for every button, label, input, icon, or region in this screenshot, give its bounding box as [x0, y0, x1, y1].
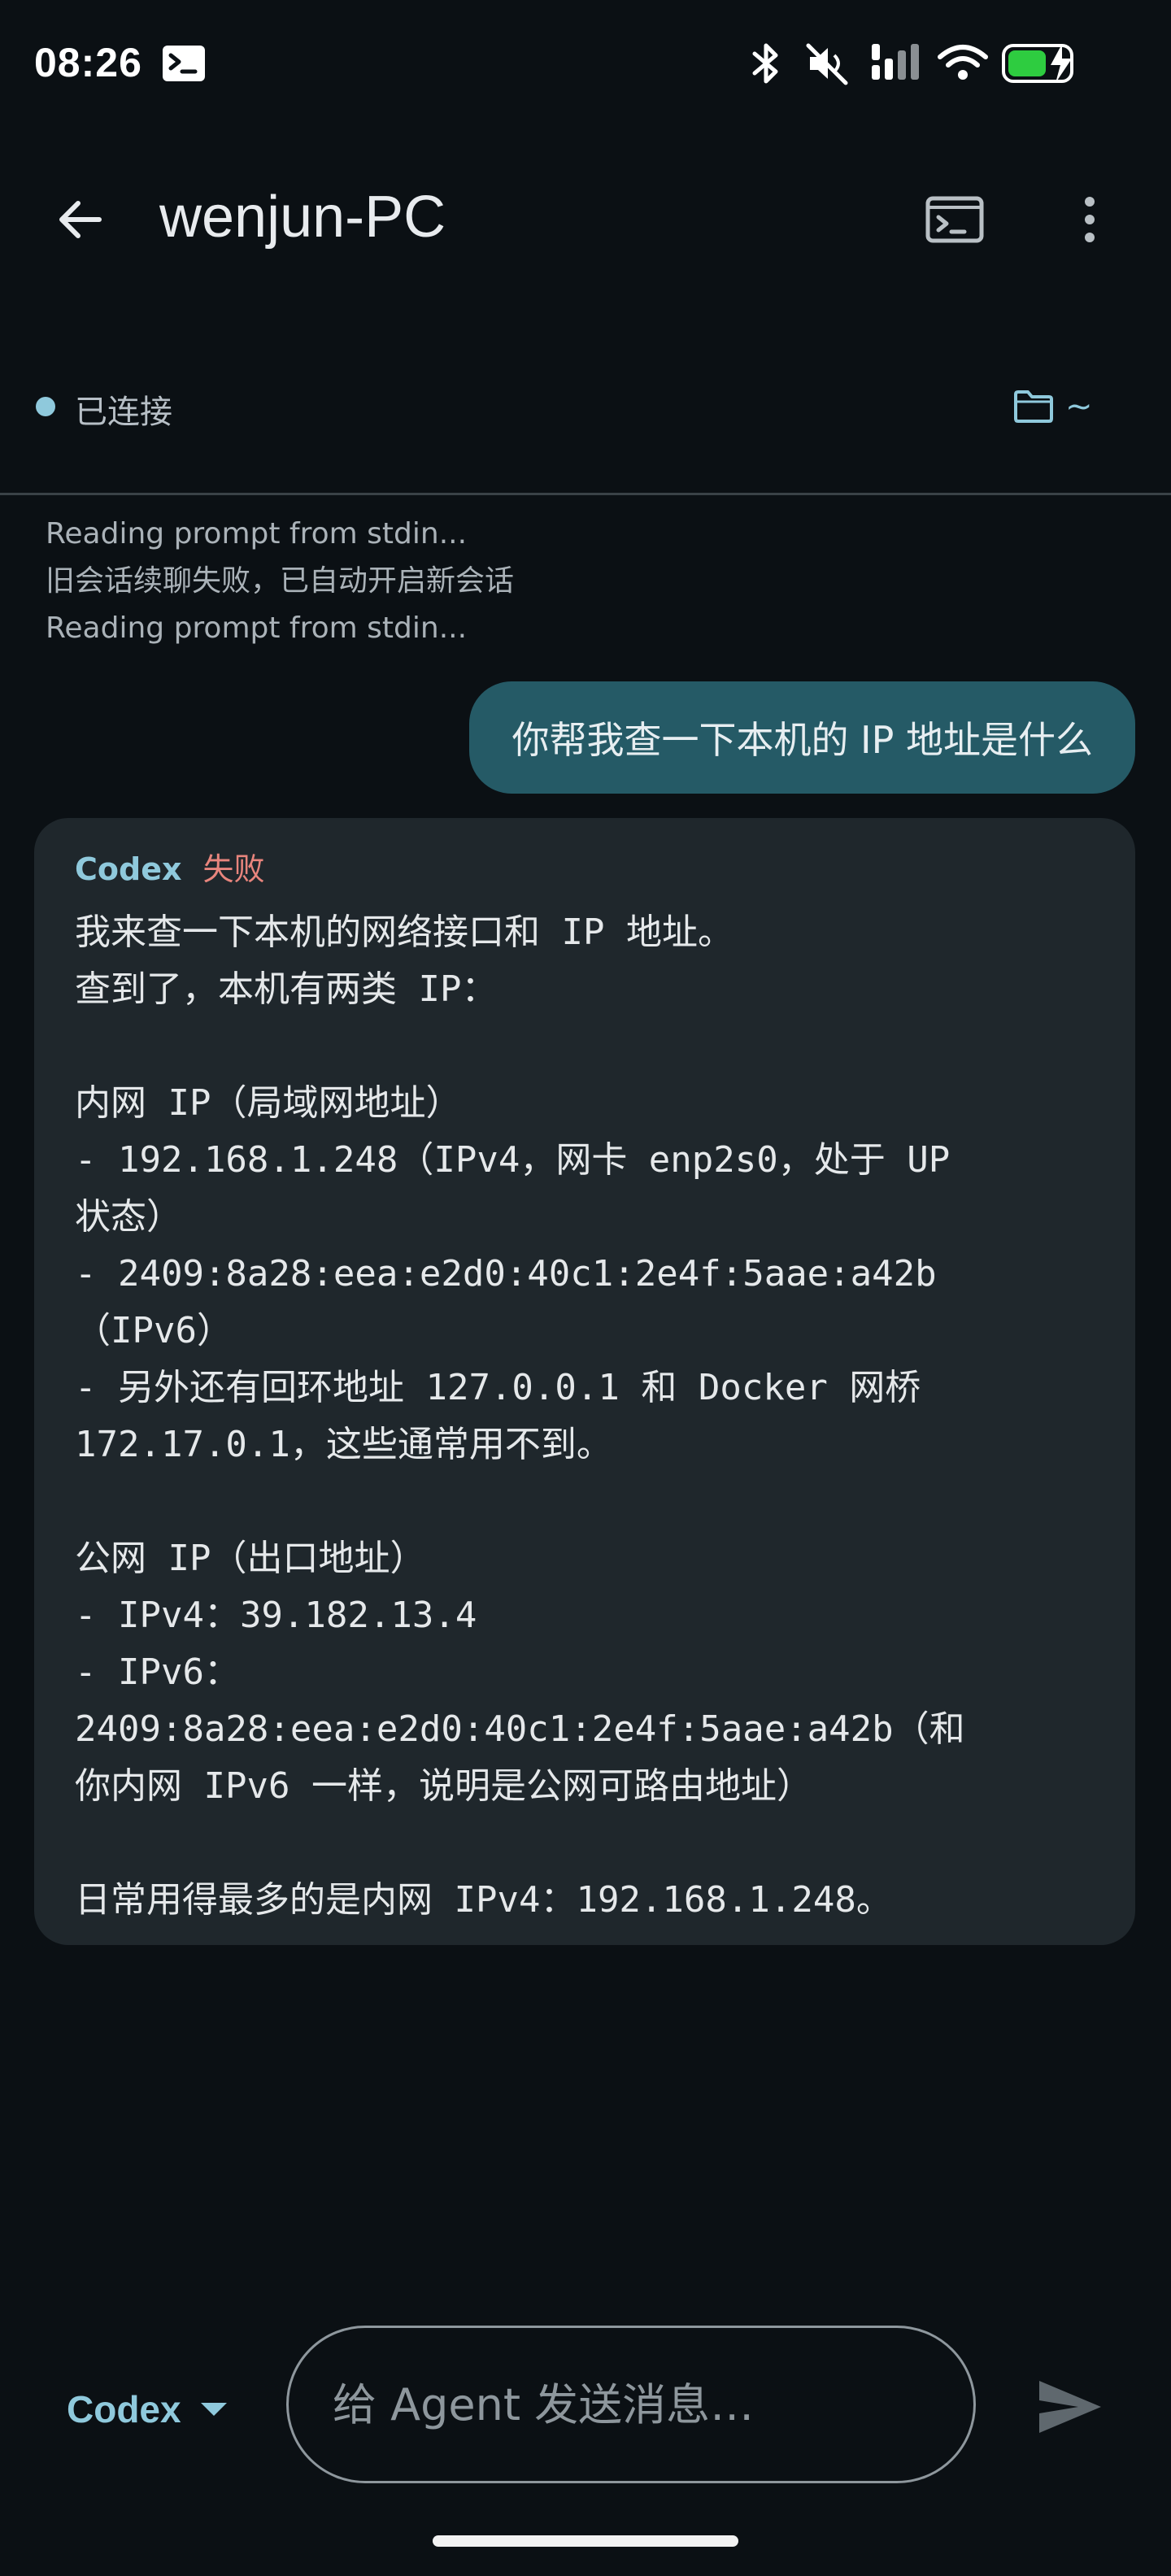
connection-status-dot	[36, 397, 55, 416]
agent-status-badge: 失败	[202, 851, 265, 887]
message-line: - 192.168.1.248（IPv4，网卡 enp2s0，处于 UP	[75, 1139, 951, 1181]
message-input[interactable]	[286, 2326, 976, 2483]
message-line: 查到了，本机有两类 IP：	[75, 968, 498, 1010]
terminal-icon	[925, 196, 984, 243]
message-line	[75, 1018, 1101, 1075]
composer: Codex	[0, 2317, 1171, 2488]
message-line	[75, 1473, 1101, 1530]
message-line: - IPv6：	[75, 1651, 240, 1693]
agent-message-header: Codex 失败	[75, 844, 1095, 893]
message-line: 公网 IP（出口地址）	[75, 1538, 426, 1579]
arrow-back-icon	[59, 201, 102, 238]
back-button[interactable]	[49, 187, 114, 252]
user-message-bubble: 你帮我查一下本机的 IP 地址是什么	[469, 681, 1135, 794]
status-time: 08:26	[34, 40, 142, 85]
page-title: wenjun-PC	[159, 185, 446, 250]
status-bar: 08:26	[0, 0, 1171, 130]
agent-message-body: 我来查一下本机的网络接口和 IP 地址。 查到了，本机有两类 IP： 内网 IP…	[75, 904, 1101, 1929]
more-options-button[interactable]	[1057, 187, 1122, 252]
log-line: 旧会话续聊失败，已自动开启新会话	[46, 564, 515, 598]
log-line: Reading prompt from stdin...	[46, 517, 468, 550]
message-line: 内网 IP（局域网地址）	[75, 1082, 462, 1124]
message-line: 日常用得最多的是内网 IPv4：192.168.1.248。	[75, 1879, 892, 1921]
battery-charging-icon	[1002, 44, 1073, 83]
signal-icon	[872, 44, 919, 80]
send-icon	[1039, 2381, 1101, 2433]
agent-selector-label: Codex	[67, 2388, 181, 2430]
message-line: 我来查一下本机的网络接口和 IP 地址。	[75, 912, 734, 953]
log-line: Reading prompt from stdin...	[46, 611, 468, 645]
more-vert-icon	[1085, 197, 1095, 242]
folder-icon	[1014, 390, 1053, 423]
agent-name: Codex	[75, 851, 182, 887]
agent-selector[interactable]: Codex	[67, 2387, 229, 2431]
message-line: - 2409:8a28:eea:e2d0:40c1:2e4f:5aae:a42b	[75, 1253, 937, 1295]
mute-icon	[806, 43, 848, 85]
wifi-icon	[938, 45, 988, 80]
app-bar: wenjun-PC	[0, 163, 1171, 276]
connection-bar: 已连接 ~	[0, 366, 1171, 455]
message-line: 2409:8a28:eea:e2d0:40c1:2e4f:5aae:a42b（和	[75, 1708, 965, 1750]
terminal-notification-icon	[163, 46, 205, 81]
home-indicator[interactable]	[433, 2535, 738, 2547]
working-directory-button[interactable]: ~	[1013, 381, 1093, 433]
send-button[interactable]	[1031, 2368, 1109, 2446]
working-directory-path: ~	[1065, 388, 1093, 425]
divider	[0, 493, 1171, 495]
message-line: 172.17.0.1，这些通常用不到。	[75, 1424, 612, 1465]
bluetooth-icon	[752, 43, 778, 84]
system-log: Reading prompt from stdin... 旧会话续聊失败，已自动…	[46, 511, 1127, 652]
terminal-button[interactable]	[916, 190, 994, 249]
message-line: - 另外还有回环地址 127.0.0.1 和 Docker 网桥	[75, 1367, 921, 1408]
message-line: 你内网 IPv6 一样，说明是公网可路由地址）	[75, 1765, 812, 1807]
agent-message-card: Codex 失败 我来查一下本机的网络接口和 IP 地址。 查到了，本机有两类 …	[34, 818, 1135, 1945]
dropdown-arrow-icon	[200, 2403, 227, 2416]
message-line: （IPv6）	[75, 1310, 233, 1351]
message-line: - IPv4：39.182.13.4	[75, 1595, 477, 1636]
message-line: 状态）	[75, 1196, 182, 1238]
connection-status: 已连接	[75, 394, 172, 431]
message-line	[75, 1815, 1101, 1872]
